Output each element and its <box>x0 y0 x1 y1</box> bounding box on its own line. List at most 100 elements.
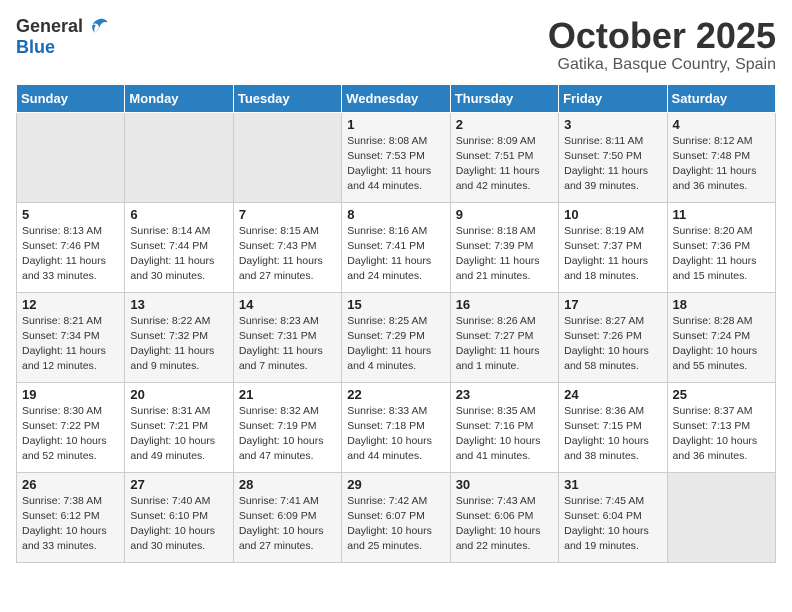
day-number: 27 <box>130 477 227 492</box>
calendar-cell: 12 Sunrise: 8:21 AM Sunset: 7:34 PM Dayli… <box>17 292 125 382</box>
day-info: Sunrise: 8:18 AM Sunset: 7:39 PM Dayligh… <box>456 224 553 285</box>
calendar-cell: 8 Sunrise: 8:16 AM Sunset: 7:41 PM Daylig… <box>342 202 450 292</box>
day-number: 25 <box>673 387 770 402</box>
day-info: Sunrise: 8:23 AM Sunset: 7:31 PM Dayligh… <box>239 314 336 375</box>
day-number: 5 <box>22 207 119 222</box>
day-number: 12 <box>22 297 119 312</box>
day-number: 9 <box>456 207 553 222</box>
day-number: 13 <box>130 297 227 312</box>
title-block: October 2025 Gatika, Basque Country, Spa… <box>548 16 776 74</box>
calendar-table: SundayMondayTuesdayWednesdayThursdayFrid… <box>16 84 776 563</box>
day-info: Sunrise: 7:45 AM Sunset: 6:04 PM Dayligh… <box>564 494 661 555</box>
day-info: Sunrise: 8:22 AM Sunset: 7:32 PM Dayligh… <box>130 314 227 375</box>
logo-general: General <box>16 17 83 37</box>
day-info: Sunrise: 8:36 AM Sunset: 7:15 PM Dayligh… <box>564 404 661 465</box>
calendar-cell: 9 Sunrise: 8:18 AM Sunset: 7:39 PM Daylig… <box>450 202 558 292</box>
logo-bird-icon <box>87 16 109 38</box>
day-info: Sunrise: 8:28 AM Sunset: 7:24 PM Dayligh… <box>673 314 770 375</box>
day-number: 31 <box>564 477 661 492</box>
day-number: 29 <box>347 477 444 492</box>
calendar-cell: 28Sunrise: 7:41 AM Sunset: 6:09 PM Dayli… <box>233 472 341 562</box>
day-info: Sunrise: 8:19 AM Sunset: 7:37 PM Dayligh… <box>564 224 661 285</box>
day-number: 22 <box>347 387 444 402</box>
day-number: 17 <box>564 297 661 312</box>
calendar-cell: 2Sunrise: 8:09 AM Sunset: 7:51 PM Daylig… <box>450 112 558 202</box>
day-header-sunday: Sunday <box>17 84 125 112</box>
day-number: 3 <box>564 117 661 132</box>
day-number: 7 <box>239 207 336 222</box>
day-info: Sunrise: 8:09 AM Sunset: 7:51 PM Dayligh… <box>456 134 553 195</box>
day-info: Sunrise: 7:40 AM Sunset: 6:10 PM Dayligh… <box>130 494 227 555</box>
calendar-cell <box>125 112 233 202</box>
day-info: Sunrise: 8:27 AM Sunset: 7:26 PM Dayligh… <box>564 314 661 375</box>
day-number: 18 <box>673 297 770 312</box>
day-number: 4 <box>673 117 770 132</box>
day-number: 14 <box>239 297 336 312</box>
day-info: Sunrise: 8:11 AM Sunset: 7:50 PM Dayligh… <box>564 134 661 195</box>
calendar-cell: 10 Sunrise: 8:19 AM Sunset: 7:37 PM Dayli… <box>559 202 667 292</box>
day-number: 19 <box>22 387 119 402</box>
day-info: Sunrise: 8:20 AM Sunset: 7:36 PM Dayligh… <box>673 224 770 285</box>
calendar-cell: 6 Sunrise: 8:14 AM Sunset: 7:44 PM Daylig… <box>125 202 233 292</box>
day-number: 15 <box>347 297 444 312</box>
header-row: SundayMondayTuesdayWednesdayThursdayFrid… <box>17 84 776 112</box>
week-row-5: 26 Sunrise: 7:38 AM Sunset: 6:12 PM Dayli… <box>17 472 776 562</box>
day-info: Sunrise: 8:15 AM Sunset: 7:43 PM Dayligh… <box>239 224 336 285</box>
page-header: General Blue October 2025 Gatika, Basque… <box>16 16 776 74</box>
day-number: 21 <box>239 387 336 402</box>
day-info: Sunrise: 8:35 AM Sunset: 7:16 PM Dayligh… <box>456 404 553 465</box>
day-number: 24 <box>564 387 661 402</box>
calendar-cell: 27 Sunrise: 7:40 AM Sunset: 6:10 PM Dayli… <box>125 472 233 562</box>
day-info: Sunrise: 8:16 AM Sunset: 7:41 PM Dayligh… <box>347 224 444 285</box>
calendar-cell: 22 Sunrise: 8:33 AM Sunset: 7:18 PM Dayli… <box>342 382 450 472</box>
day-number: 11 <box>673 207 770 222</box>
location-subtitle: Gatika, Basque Country, Spain <box>548 56 776 74</box>
day-info: Sunrise: 8:31 AM Sunset: 7:21 PM Dayligh… <box>130 404 227 465</box>
day-header-wednesday: Wednesday <box>342 84 450 112</box>
day-info: Sunrise: 8:13 AM Sunset: 7:46 PM Dayligh… <box>22 224 119 285</box>
calendar-cell: 1Sunrise: 8:08 AM Sunset: 7:53 PM Daylig… <box>342 112 450 202</box>
day-info: Sunrise: 8:30 AM Sunset: 7:22 PM Dayligh… <box>22 404 119 465</box>
day-header-monday: Monday <box>125 84 233 112</box>
calendar-cell: 11 Sunrise: 8:20 AM Sunset: 7:36 PM Dayli… <box>667 202 775 292</box>
calendar-cell <box>17 112 125 202</box>
calendar-cell: 20 Sunrise: 8:31 AM Sunset: 7:21 PM Dayli… <box>125 382 233 472</box>
day-number: 30 <box>456 477 553 492</box>
day-number: 10 <box>564 207 661 222</box>
day-info: Sunrise: 8:12 AM Sunset: 7:48 PM Dayligh… <box>673 134 770 195</box>
day-number: 26 <box>22 477 119 492</box>
day-number: 20 <box>130 387 227 402</box>
calendar-cell: 23 Sunrise: 8:35 AM Sunset: 7:16 PM Dayli… <box>450 382 558 472</box>
calendar-cell <box>233 112 341 202</box>
week-row-4: 19 Sunrise: 8:30 AM Sunset: 7:22 PM Dayli… <box>17 382 776 472</box>
calendar-cell: 4 Sunrise: 8:12 AM Sunset: 7:48 PM Daylig… <box>667 112 775 202</box>
calendar-cell: 3 Sunrise: 8:11 AM Sunset: 7:50 PM Daylig… <box>559 112 667 202</box>
logo: General Blue <box>16 16 109 58</box>
day-info: Sunrise: 7:41 AM Sunset: 6:09 PM Dayligh… <box>239 494 336 555</box>
calendar-cell: 18 Sunrise: 8:28 AM Sunset: 7:24 PM Dayli… <box>667 292 775 382</box>
day-info: Sunrise: 8:14 AM Sunset: 7:44 PM Dayligh… <box>130 224 227 285</box>
day-header-friday: Friday <box>559 84 667 112</box>
calendar-cell <box>667 472 775 562</box>
logo-blue: Blue <box>16 37 55 57</box>
day-info: Sunrise: 8:25 AM Sunset: 7:29 PM Dayligh… <box>347 314 444 375</box>
day-info: Sunrise: 8:37 AM Sunset: 7:13 PM Dayligh… <box>673 404 770 465</box>
day-number: 1 <box>347 117 444 132</box>
day-number: 8 <box>347 207 444 222</box>
calendar-cell: 14 Sunrise: 8:23 AM Sunset: 7:31 PM Dayli… <box>233 292 341 382</box>
calendar-cell: 16Sunrise: 8:26 AM Sunset: 7:27 PM Dayli… <box>450 292 558 382</box>
day-info: Sunrise: 8:32 AM Sunset: 7:19 PM Dayligh… <box>239 404 336 465</box>
day-info: Sunrise: 8:21 AM Sunset: 7:34 PM Dayligh… <box>22 314 119 375</box>
calendar-cell: 25 Sunrise: 8:37 AM Sunset: 7:13 PM Dayli… <box>667 382 775 472</box>
day-number: 23 <box>456 387 553 402</box>
week-row-2: 5 Sunrise: 8:13 AM Sunset: 7:46 PM Daylig… <box>17 202 776 292</box>
calendar-cell: 31 Sunrise: 7:45 AM Sunset: 6:04 PM Dayli… <box>559 472 667 562</box>
week-row-3: 12 Sunrise: 8:21 AM Sunset: 7:34 PM Dayli… <box>17 292 776 382</box>
day-info: Sunrise: 7:38 AM Sunset: 6:12 PM Dayligh… <box>22 494 119 555</box>
month-title: October 2025 <box>548 16 776 56</box>
day-header-tuesday: Tuesday <box>233 84 341 112</box>
day-info: Sunrise: 8:33 AM Sunset: 7:18 PM Dayligh… <box>347 404 444 465</box>
day-number: 16 <box>456 297 553 312</box>
calendar-cell: 24 Sunrise: 8:36 AM Sunset: 7:15 PM Dayli… <box>559 382 667 472</box>
day-number: 6 <box>130 207 227 222</box>
